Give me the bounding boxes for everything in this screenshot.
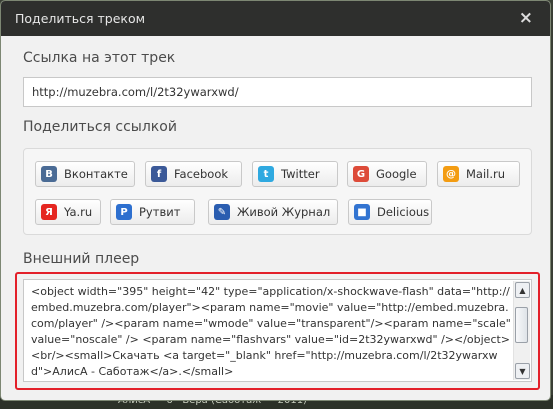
share-button-label: Google — [376, 167, 417, 181]
embed-highlight-frame — [15, 272, 540, 390]
yaru-icon: Я — [41, 204, 57, 220]
share-buttons-panel: B Вконтакте f Facebook t Twitter G Google @ Mail.… — [23, 148, 532, 235]
share-button-label: Рутвит — [139, 205, 181, 219]
share-button-delicious[interactable]: ■ Delicious — [348, 199, 432, 225]
mailru-icon: @ — [443, 166, 459, 182]
share-button-livejournal[interactable]: ✎ Живой Журнал — [208, 199, 338, 225]
share-button-rutvit[interactable]: P Рутвит — [110, 199, 195, 225]
share-button-label: Delicious — [377, 205, 430, 219]
google-icon: G — [353, 166, 369, 182]
share-button-mailru[interactable]: @ Mail.ru — [437, 161, 520, 187]
share-button-label: Mail.ru — [466, 167, 506, 181]
share-button-facebook[interactable]: f Facebook — [145, 161, 242, 187]
delicious-icon: ■ — [354, 204, 370, 220]
share-button-label: Живой Журнал — [237, 205, 331, 219]
share-button-vkontakte[interactable]: B Вконтакте — [35, 161, 135, 187]
livejournal-icon: ✎ — [214, 204, 230, 220]
dialog-title: Поделиться треком — [15, 11, 146, 26]
share-button-yaru[interactable]: Я Ya.ru — [35, 199, 101, 225]
share-button-label: Facebook — [174, 167, 229, 181]
share-button-label: Twitter — [281, 167, 320, 181]
track-link-input[interactable] — [23, 77, 532, 107]
embed-section-label: Внешний плеер — [23, 251, 140, 267]
rutvit-icon: P — [116, 204, 132, 220]
share-section-label: Поделиться ссылкой — [23, 119, 177, 135]
share-button-google[interactable]: G Google — [347, 161, 427, 187]
share-button-label: Вконтакте — [64, 167, 128, 181]
link-section-label: Ссылка на этот трек — [23, 50, 176, 66]
share-button-twitter[interactable]: t Twitter — [252, 161, 338, 187]
share-track-dialog: Поделиться треком × Ссылка на этот трек … — [0, 0, 551, 401]
close-icon[interactable]: × — [519, 10, 533, 27]
twitter-icon: t — [258, 166, 274, 182]
share-button-label: Ya.ru — [64, 205, 93, 219]
vkontakte-icon: B — [41, 166, 57, 182]
dialog-titlebar: Поделиться треком × — [1, 1, 550, 36]
facebook-icon: f — [151, 166, 167, 182]
